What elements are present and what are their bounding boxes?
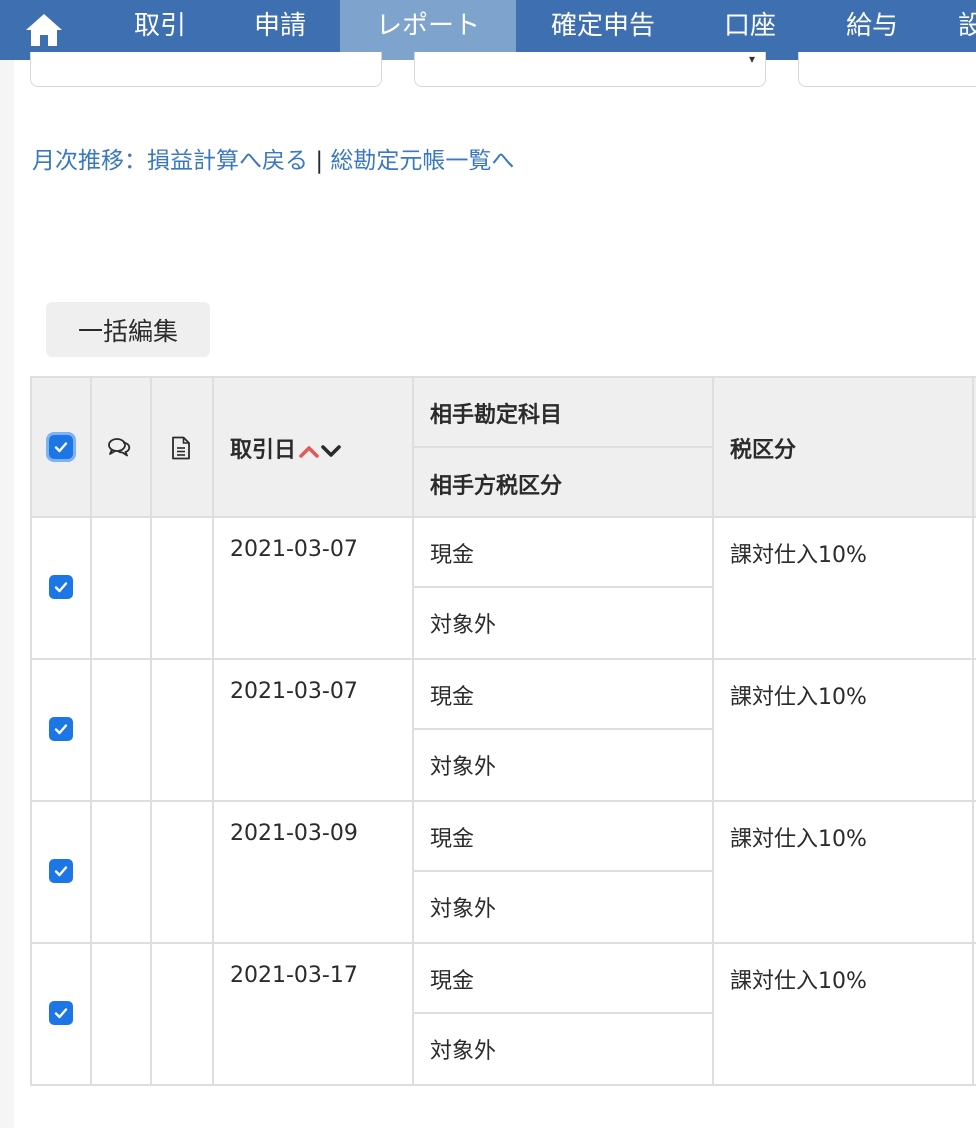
row-account[interactable]: 現金 (430, 537, 474, 569)
chevron-down-icon: ▾ (748, 52, 755, 66)
row-account[interactable]: 現金 (430, 821, 474, 853)
select-all-checkbox[interactable] (49, 435, 73, 459)
top-nav: 取引 申請 レポート 確定申告 口座 給与 設 (0, 0, 976, 60)
row-tax[interactable]: 課対仕入10% (730, 963, 867, 995)
nav-home[interactable] (14, 0, 74, 60)
check-icon (54, 582, 68, 593)
row-account[interactable]: 現金 (430, 679, 474, 711)
row-counter-tax[interactable]: 対象外 (430, 891, 496, 923)
row-tax[interactable]: 課対仕入10% (730, 679, 867, 711)
row-counter-tax[interactable]: 対象外 (430, 607, 496, 639)
row-date[interactable]: 2021-03-17 (230, 963, 358, 988)
general-ledger-link[interactable]: 総勘定元帳一覧へ (330, 148, 514, 174)
nav-item-payroll[interactable]: 給与 (824, 0, 920, 60)
nav-item-settings[interactable]: 設 (958, 0, 976, 60)
filter-select-1[interactable] (30, 52, 382, 87)
bulk-edit-button[interactable]: 一括編集 (46, 302, 210, 357)
monthly-label: 月次推移： (32, 148, 147, 174)
page-left-edge (0, 0, 14, 1128)
date-header-label: 取引日 (230, 438, 297, 463)
date-header[interactable]: 取引日 (230, 432, 342, 464)
filter-select-2[interactable]: ▾ (414, 52, 766, 87)
sort-down-icon[interactable] (320, 443, 342, 459)
row-counter-tax[interactable]: 対象外 (430, 1033, 496, 1065)
counter-account-header: 相手勘定科目 (430, 403, 563, 428)
report-links: 月次推移：損益計算へ戻る | 総勘定元帳一覧へ (32, 141, 514, 175)
row-checkbox[interactable] (49, 1001, 73, 1025)
check-icon (54, 724, 68, 735)
nav-item-reports[interactable]: レポート (340, 0, 516, 60)
nav-item-transactions[interactable]: 取引 (112, 0, 208, 60)
row-date[interactable]: 2021-03-07 (230, 679, 358, 704)
nav-item-tax-return[interactable]: 確定申告 (538, 0, 668, 60)
filter-select-3[interactable] (798, 52, 976, 87)
row-date[interactable]: 2021-03-09 (230, 821, 358, 846)
home-icon (26, 14, 62, 46)
tax-category-header: 税区分 (730, 438, 797, 463)
row-checkbox[interactable] (49, 859, 73, 883)
row-tax[interactable]: 課対仕入10% (730, 537, 867, 569)
link-separator: | (315, 148, 324, 174)
journal-table: 取引日 相手勘定科目 相手方税区分 税区分 2021-03-07 現金 対象外 … (30, 376, 976, 1086)
row-date[interactable]: 2021-03-07 (230, 537, 358, 562)
row-counter-tax[interactable]: 対象外 (430, 749, 496, 781)
row-checkbox[interactable] (49, 717, 73, 741)
nav-item-applications[interactable]: 申請 (232, 0, 328, 60)
row-checkbox[interactable] (49, 575, 73, 599)
check-icon (54, 1008, 68, 1019)
nav-item-accounts[interactable]: 口座 (702, 0, 798, 60)
sort-up-icon[interactable] (298, 443, 320, 459)
counter-tax-header: 相手方税区分 (430, 474, 563, 499)
document-icon (169, 435, 193, 461)
comment-icon (106, 436, 134, 460)
back-to-pl-link[interactable]: 損益計算へ戻る (147, 148, 308, 174)
row-account[interactable]: 現金 (430, 963, 474, 995)
row-tax[interactable]: 課対仕入10% (730, 821, 867, 853)
check-icon (54, 442, 68, 453)
check-icon (54, 866, 68, 877)
